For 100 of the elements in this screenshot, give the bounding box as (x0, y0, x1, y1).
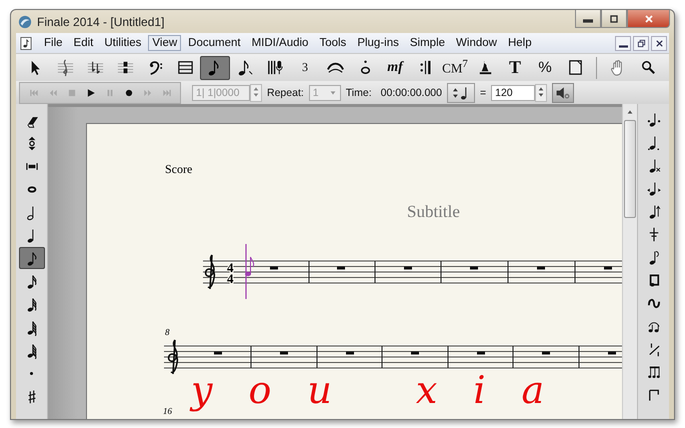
menu-item[interactable]: Help (504, 35, 536, 51)
record-icon (124, 88, 134, 98)
speaker-gear-icon (555, 84, 572, 100)
menu-item[interactable]: Simple (406, 35, 450, 51)
beamed-notes-icon (646, 364, 660, 380)
tool-button[interactable]: CM$^{7}$ (440, 56, 470, 80)
palette-button[interactable] (18, 247, 44, 269)
up-down-arrows-icon (252, 84, 260, 98)
menu-item[interactable]: MIDI/Audio (248, 35, 312, 51)
tool-button[interactable]: T (500, 56, 530, 80)
whole-rest (214, 352, 222, 354)
rewind-icon (48, 88, 58, 98)
note-icon (24, 342, 38, 358)
menu-item[interactable]: Plug-ins (353, 35, 403, 51)
tool-button[interactable]: mf (380, 56, 410, 80)
barline (374, 260, 376, 284)
treble-clef-icon (168, 339, 178, 375)
barline (308, 260, 310, 284)
time-label: Time: (346, 86, 372, 98)
menu-item[interactable]: Utilities (100, 35, 146, 51)
window-title: Finale 2014 - [Untitled1] (37, 14, 164, 28)
menu-item[interactable]: Window (452, 35, 501, 51)
bars-microphone-icon (266, 58, 284, 77)
subtitle-text: Subtitle (407, 202, 460, 221)
minimize-button[interactable] (615, 36, 631, 50)
tempo-note-button[interactable] (446, 82, 475, 102)
barline (574, 260, 576, 284)
barline (316, 346, 318, 368)
whole-rest (270, 266, 278, 270)
barline (440, 260, 442, 284)
play-icon (86, 88, 96, 98)
skip-end-icon (162, 88, 172, 98)
restore-icon (636, 38, 646, 48)
up-down-arrows-icon (537, 84, 546, 98)
spin-button[interactable] (250, 84, 262, 102)
treble-clef-icon (204, 254, 216, 290)
app-logo-icon (18, 14, 32, 28)
scroll-up-icon (626, 108, 634, 116)
caret-icon (328, 88, 337, 96)
document-note-icon (20, 36, 32, 50)
up-arrow-note-icon (646, 202, 660, 220)
whole-rest (411, 352, 419, 354)
barline (578, 346, 580, 368)
barline (250, 346, 252, 368)
sixty-fourth-note-icon (24, 318, 38, 336)
clef-staff-icon (56, 58, 74, 77)
whole-rest (477, 352, 485, 354)
staccato-note-icon (646, 134, 660, 150)
tool-button[interactable] (200, 56, 230, 80)
close-button[interactable] (651, 36, 667, 50)
whole-rest (337, 266, 345, 270)
angled-beam-icon (646, 340, 660, 358)
whole-rest (280, 352, 288, 354)
whole-rest (404, 266, 412, 270)
menu-item[interactable]: View (148, 35, 182, 51)
close-icon (644, 14, 654, 24)
whole-rest (346, 352, 354, 354)
sixteenth-note-icon (24, 272, 38, 290)
close-button[interactable] (627, 10, 670, 28)
measure-number: 8 (165, 327, 170, 337)
whole-rest (608, 352, 616, 354)
dotted-note-icon (646, 110, 660, 128)
stop-icon (66, 88, 76, 98)
fast-forward-icon (142, 88, 152, 98)
tempo-field[interactable]: 120 (491, 84, 536, 100)
pause-icon (104, 88, 114, 98)
tool-button[interactable]: 3 (290, 56, 320, 80)
whole-rest (604, 266, 612, 270)
measure-number: 16 (163, 406, 172, 416)
close-icon (654, 38, 664, 48)
minimize-button[interactable] (575, 10, 601, 28)
staff-list-icon (176, 58, 194, 77)
menu-item[interactable]: Document (184, 35, 245, 51)
menu-item[interactable]: Tools (315, 35, 350, 51)
restore-button[interactable] (633, 36, 649, 50)
scrollbar-thumb[interactable] (624, 120, 636, 218)
barline (512, 346, 514, 368)
speaker-settings-button[interactable] (552, 82, 574, 102)
maximize-button[interactable] (601, 10, 627, 28)
dot-icon (30, 372, 33, 374)
menu-item[interactable]: File (40, 35, 67, 51)
tool-button[interactable]: % (530, 56, 560, 80)
menu-item[interactable]: Edit (70, 35, 98, 51)
insertion-cursor (245, 244, 254, 299)
whole-rest (470, 266, 478, 270)
asterisk-note-icon (646, 156, 660, 174)
curved-note-icon (646, 248, 660, 266)
maximize-icon (609, 14, 619, 24)
eighth-note-icon (24, 250, 38, 266)
thirty-second-note-icon (24, 296, 38, 312)
skip-start-icon (28, 88, 38, 98)
vertical-scrollbar[interactable] (622, 104, 637, 419)
repeat-label: Repeat: (267, 86, 304, 98)
whole-rest (537, 266, 545, 270)
handwritten-annotation: you xia (191, 371, 580, 409)
spin-button[interactable] (535, 84, 548, 102)
arrows-note-icon (646, 180, 660, 196)
time-counter: 00:00:00.000 (380, 86, 442, 98)
score-label: Score (165, 162, 192, 176)
equals-label: = (480, 86, 486, 98)
